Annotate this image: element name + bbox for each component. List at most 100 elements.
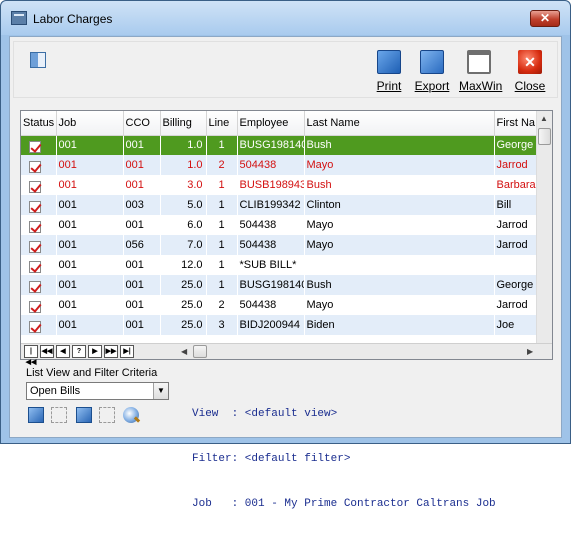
table-row[interactable]: 001 056 7.0 1 504438 Mayo Jarrod [21, 235, 537, 255]
cell-employee[interactable]: BIDJ200944 [237, 315, 304, 335]
cell-job[interactable]: 001 [56, 155, 123, 175]
horizontal-scroll-thumb[interactable] [193, 345, 207, 358]
cell-line[interactable]: 2 [206, 155, 237, 175]
table-row[interactable]: 001 001 12.0 1 *SUB BILL* [21, 255, 537, 275]
save-view-icon[interactable] [51, 407, 67, 423]
cell-cco[interactable]: 056 [123, 235, 160, 255]
nav-next-page-button[interactable]: ▶▶ [104, 345, 118, 358]
cell-line[interactable]: 1 [206, 235, 237, 255]
cell-employee[interactable]: *SUB BILL* [237, 255, 304, 275]
nav-last-button[interactable]: ▶| [120, 345, 134, 358]
nav-first-button[interactable]: |◀◀ [24, 345, 38, 366]
cell-billing[interactable]: 7.0 [160, 235, 206, 255]
table-row[interactable]: 001 003 5.0 1 CLIB199342 Clinton Bill [21, 195, 537, 215]
cell-employee[interactable]: BUSB198943 [237, 175, 304, 195]
cell-job[interactable]: 001 [56, 195, 123, 215]
cell-job[interactable]: 001 [56, 135, 123, 155]
nav-help-button[interactable]: ? [72, 345, 86, 358]
table-row[interactable]: 001 001 25.0 2 504438 Mayo Jarrod [21, 295, 537, 315]
cell-job[interactable]: 001 [56, 255, 123, 275]
cell-line[interactable]: 1 [206, 195, 237, 215]
cell-employee[interactable]: 504438 [237, 235, 304, 255]
status-checkbox[interactable] [29, 200, 41, 213]
nav-next-button[interactable]: ▶ [88, 345, 102, 358]
cell-last-name[interactable]: Mayo [304, 215, 494, 235]
cell-cco[interactable]: 003 [123, 195, 160, 215]
cell-billing[interactable]: 5.0 [160, 195, 206, 215]
nav-prev-button[interactable]: ◀ [56, 345, 70, 358]
cell-last-name[interactable]: Clinton [304, 195, 494, 215]
column-header-cco[interactable]: CCO [123, 111, 161, 136]
cell-employee[interactable]: 504438 [237, 215, 304, 235]
column-header-employee[interactable]: Employee [237, 111, 305, 136]
cell-job[interactable]: 001 [56, 315, 123, 335]
cell-first-name[interactable]: George [494, 135, 537, 155]
layout-toggle-icon[interactable] [30, 52, 46, 68]
cell-line[interactable]: 1 [206, 215, 237, 235]
vertical-scrollbar[interactable]: ▲ [536, 111, 552, 343]
cell-first-name[interactable]: Jarrod [494, 215, 537, 235]
table-row[interactable]: 001 001 3.0 1 BUSB198943 Bush Barbara [21, 175, 537, 195]
print-button[interactable]: Print [369, 50, 409, 96]
cell-last-name[interactable]: Bush [304, 135, 494, 155]
close-button[interactable]: ✕ Close [510, 50, 550, 96]
cell-employee[interactable]: 504438 [237, 155, 304, 175]
status-cell[interactable] [21, 215, 56, 235]
cell-billing[interactable]: 3.0 [160, 175, 206, 195]
cell-line[interactable]: 1 [206, 175, 237, 195]
status-checkbox[interactable] [29, 240, 41, 253]
cell-last-name[interactable]: Mayo [304, 155, 494, 175]
cell-job[interactable]: 001 [56, 215, 123, 235]
table-row[interactable]: 001 001 6.0 1 504438 Mayo Jarrod [21, 215, 537, 235]
cell-last-name[interactable]: Mayo [304, 295, 494, 315]
cell-billing[interactable]: 1.0 [160, 135, 206, 155]
column-header-first-name[interactable]: First Na [494, 111, 538, 136]
cell-billing[interactable]: 25.0 [160, 315, 206, 335]
status-cell[interactable] [21, 255, 56, 275]
cell-last-name[interactable] [304, 255, 494, 275]
cell-line[interactable]: 3 [206, 315, 237, 335]
export-button[interactable]: Export [412, 50, 452, 96]
cell-billing[interactable]: 25.0 [160, 295, 206, 315]
cell-first-name[interactable] [494, 255, 537, 275]
nav-prev-page-button[interactable]: ◀◀ [40, 345, 54, 358]
status-checkbox[interactable] [29, 300, 41, 313]
cell-line[interactable]: 1 [206, 255, 237, 275]
cell-cco[interactable]: 001 [123, 255, 160, 275]
search-icon[interactable] [123, 407, 139, 423]
status-checkbox[interactable] [29, 220, 41, 233]
table-row[interactable]: 001 001 1.0 1 BUSG198140 Bush George [21, 135, 537, 155]
cell-cco[interactable]: 001 [123, 155, 160, 175]
cell-cco[interactable]: 001 [123, 215, 160, 235]
status-checkbox[interactable] [29, 260, 41, 273]
table-row[interactable]: 001 001 25.0 3 BIDJ200944 Biden Joe [21, 315, 537, 335]
vertical-scroll-thumb[interactable] [538, 128, 551, 145]
status-cell[interactable] [21, 175, 56, 195]
cell-employee[interactable]: CLIB199342 [237, 195, 304, 215]
status-cell[interactable] [21, 155, 56, 175]
status-cell[interactable] [21, 275, 56, 295]
status-cell[interactable] [21, 235, 56, 255]
status-checkbox[interactable] [29, 180, 41, 193]
cell-cco[interactable]: 001 [123, 315, 160, 335]
cell-line[interactable]: 2 [206, 295, 237, 315]
cell-first-name[interactable]: Jarrod [494, 295, 537, 315]
status-cell[interactable] [21, 135, 56, 155]
status-cell[interactable] [21, 315, 56, 335]
cell-cco[interactable]: 001 [123, 295, 160, 315]
cell-employee[interactable]: BUSG198140 [237, 135, 304, 155]
cell-last-name[interactable]: Bush [304, 275, 494, 295]
cell-cco[interactable]: 001 [123, 275, 160, 295]
cell-first-name[interactable]: George [494, 275, 537, 295]
cell-first-name[interactable]: Bill [494, 195, 537, 215]
cell-line[interactable]: 1 [206, 275, 237, 295]
cell-billing[interactable]: 1.0 [160, 155, 206, 175]
cell-job[interactable]: 001 [56, 295, 123, 315]
cell-job[interactable]: 001 [56, 275, 123, 295]
cell-last-name[interactable]: Biden [304, 315, 494, 335]
list-view-select[interactable]: Open Bills ▼ [26, 382, 169, 400]
scroll-up-arrow-icon[interactable]: ▲ [540, 114, 548, 123]
apply-filter-icon[interactable] [76, 407, 92, 423]
cell-cco[interactable]: 001 [123, 175, 160, 195]
table-row[interactable]: 001 001 1.0 2 504438 Mayo Jarrod [21, 155, 537, 175]
